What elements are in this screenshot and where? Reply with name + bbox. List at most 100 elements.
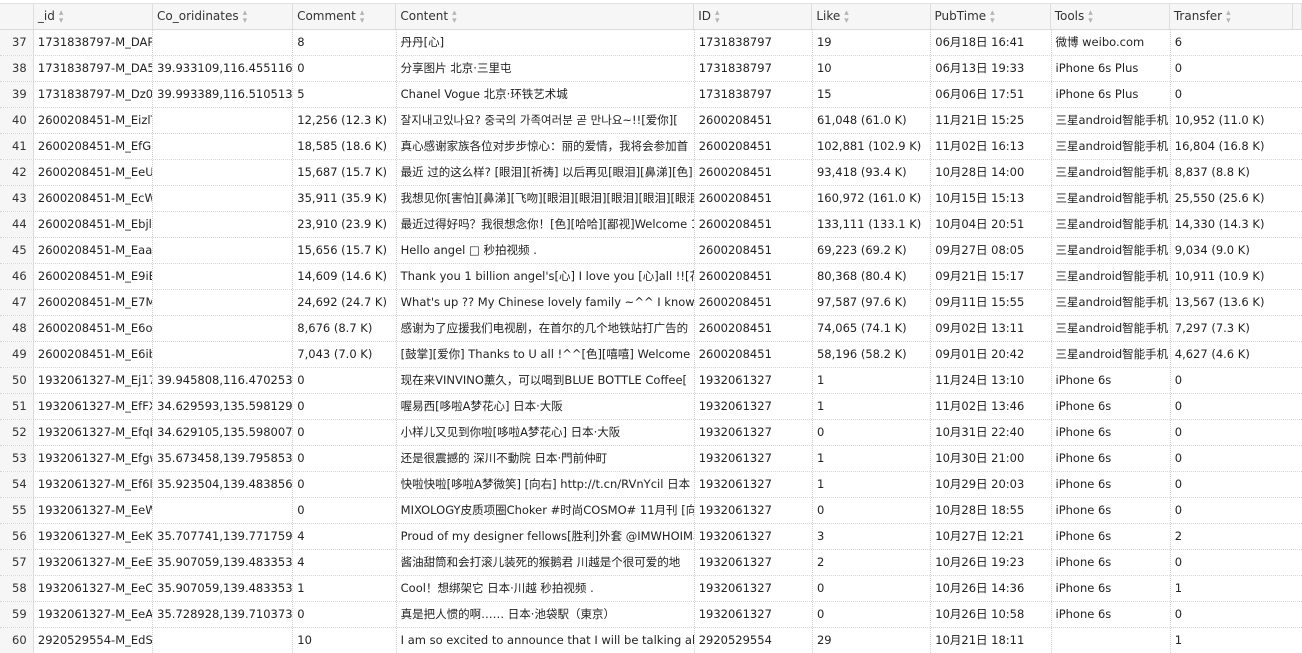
- cell-transfer[interactable]: 0: [1171, 394, 1294, 419]
- cell-content[interactable]: 小样儿又见到你啦[哆啦A梦花心] 日本·大阪: [397, 420, 695, 445]
- cell-id[interactable]: 1932061327: [695, 368, 813, 393]
- cell-tools[interactable]: [1052, 628, 1171, 653]
- cell-tools[interactable]: 三星android智能手机: [1052, 134, 1171, 159]
- cell-content[interactable]: 快啦快啦[哆啦A梦微笑] [向右] http://t.cn/RVnYcil 日本: [397, 472, 695, 497]
- cell-tools[interactable]: iPhone 6s: [1052, 368, 1171, 393]
- cell-tools[interactable]: 微博 weibo.com: [1052, 30, 1171, 55]
- cell-transfer[interactable]: 1: [1171, 628, 1294, 653]
- cell-coordinates[interactable]: [153, 498, 294, 523]
- table-row[interactable]: 40 2600208451-M_EizlT 12,256 (12.3 K) 잘지내고있…: [0, 108, 1302, 134]
- cell-coordinates[interactable]: 35.707741,139.771759: [153, 524, 294, 549]
- sort-icon[interactable]: ▴ ▾: [360, 8, 365, 25]
- sort-icon[interactable]: ▴ ▾: [990, 8, 995, 25]
- cell-transfer[interactable]: 9,034 (9.0 K): [1171, 238, 1294, 263]
- cell-tools[interactable]: 三星android智能手机: [1052, 264, 1171, 289]
- cell-transfer[interactable]: 0: [1171, 368, 1294, 393]
- cell-content[interactable]: 잘지내고있나요? 중국의 가족여러분 곧 만나요~!![爱你][: [397, 108, 695, 133]
- cell-pubtime[interactable]: 10月28日 14:00: [931, 160, 1052, 185]
- cell-transfer[interactable]: 0: [1171, 420, 1294, 445]
- cell-id[interactable]: 2600208451: [695, 290, 813, 315]
- table-row[interactable]: 56 1932061327-M_EeK 35.707741,139.771759 4 P…: [0, 524, 1302, 550]
- cell-transfer[interactable]: 1: [1171, 576, 1294, 601]
- cell-id[interactable]: 1932061327: [695, 394, 813, 419]
- cell-comment[interactable]: 0: [293, 472, 397, 497]
- cell-comment[interactable]: 0: [293, 602, 397, 627]
- cell-tools[interactable]: iPhone 6s: [1052, 446, 1171, 471]
- cell-comment[interactable]: 14,609 (14.6 K): [293, 264, 397, 289]
- column-header-_id[interactable]: _id ▴ ▾: [34, 4, 154, 29]
- cell-id[interactable]: 1932061327: [695, 576, 813, 601]
- cell-comment[interactable]: 0: [293, 498, 397, 523]
- cell-transfer[interactable]: 10,911 (10.9 K): [1171, 264, 1294, 289]
- cell-content[interactable]: [鼓掌][爱你] Thanks to U all !^^[色][嘻嘻] Welc…: [397, 342, 695, 367]
- sort-icon[interactable]: ▴ ▾: [59, 8, 64, 25]
- cell-pubtime[interactable]: 10月28日 18:55: [931, 498, 1052, 523]
- cell-coordinates[interactable]: 39.993389,116.510513: [153, 82, 294, 107]
- cell-like[interactable]: 3: [813, 524, 932, 549]
- cell-coordinates[interactable]: 35.907059,139.483353: [153, 576, 294, 601]
- cell-tools[interactable]: 三星android智能手机: [1052, 108, 1171, 133]
- cell-comment[interactable]: 0: [293, 446, 397, 471]
- cell-pubtime[interactable]: 10月04日 20:51: [931, 212, 1052, 237]
- cell-like[interactable]: 69,223 (69.2 K): [813, 238, 932, 263]
- cell-coordinates[interactable]: [153, 212, 294, 237]
- cell-tools[interactable]: 三星android智能手机: [1052, 316, 1171, 341]
- cell-comment[interactable]: 0: [293, 368, 397, 393]
- cell-comment[interactable]: 4: [293, 524, 397, 549]
- cell-coordinates[interactable]: [153, 342, 294, 367]
- table-row[interactable]: 38 1731838797-M_DA5 39.933109,116.455116 0 分…: [0, 56, 1302, 82]
- cell-like[interactable]: 61,048 (61.0 K): [813, 108, 932, 133]
- table-row[interactable]: 55 1932061327-M_EeW 0 MIXOLOGY皮质项圈Choker #时…: [0, 498, 1302, 524]
- cell-like[interactable]: 97,587 (97.6 K): [813, 290, 932, 315]
- cell-transfer[interactable]: 0: [1171, 498, 1294, 523]
- column-header-pubtime[interactable]: PubTime ▴ ▾: [931, 4, 1051, 29]
- cell-like[interactable]: 29: [813, 628, 932, 653]
- cell-like[interactable]: 102,881 (102.9 K): [813, 134, 932, 159]
- sort-icon[interactable]: ▴ ▾: [1088, 8, 1093, 25]
- table-row[interactable]: 54 1932061327-M_Ef6lj 35.923504,139.483856…: [0, 472, 1302, 498]
- cell-coordinates[interactable]: 35.728928,139.710373: [153, 602, 294, 627]
- cell-comment[interactable]: 0: [293, 56, 397, 81]
- cell-_id[interactable]: 2600208451-M_Eaal: [34, 238, 154, 263]
- table-row[interactable]: 49 2600208451-M_E6ib 7,043 (7.0 K) [鼓掌][爱你]…: [0, 342, 1302, 368]
- cell-transfer[interactable]: 10,952 (11.0 K): [1171, 108, 1294, 133]
- cell-tools[interactable]: iPhone 6s: [1052, 394, 1171, 419]
- cell-_id[interactable]: 1932061327-M_EeE: [34, 550, 154, 575]
- cell-comment[interactable]: 4: [293, 550, 397, 575]
- cell-pubtime[interactable]: 06月13日 19:33: [931, 56, 1052, 81]
- table-row[interactable]: 52 1932061327-M_EfqE 34.629105,135.598007 0…: [0, 420, 1302, 446]
- cell-like[interactable]: 0: [813, 498, 932, 523]
- cell-content[interactable]: 还是很震撼的 深川不動院 日本·門前仲町: [397, 446, 695, 471]
- cell-transfer[interactable]: 0: [1171, 446, 1294, 471]
- cell-like[interactable]: 0: [813, 576, 932, 601]
- cell-_id[interactable]: 1932061327-M_EfqE: [34, 420, 154, 445]
- cell-like[interactable]: 19: [813, 30, 932, 55]
- cell-coordinates[interactable]: [153, 186, 294, 211]
- cell-tools[interactable]: 三星android智能手机: [1052, 186, 1171, 211]
- cell-coordinates[interactable]: [153, 628, 294, 653]
- cell-_id[interactable]: 2600208451-M_E6ol: [34, 316, 154, 341]
- cell-pubtime[interactable]: 09月21日 15:17: [931, 264, 1052, 289]
- cell-transfer[interactable]: 6: [1171, 30, 1294, 55]
- cell-id[interactable]: 1731838797: [695, 30, 813, 55]
- cell-tools[interactable]: 三星android智能手机: [1052, 290, 1171, 315]
- cell-comment[interactable]: 23,910 (23.9 K): [293, 212, 397, 237]
- column-header-content[interactable]: Content ▴ ▾: [396, 4, 695, 29]
- cell-id[interactable]: 2600208451: [695, 212, 813, 237]
- cell-tools[interactable]: 三星android智能手机: [1052, 238, 1171, 263]
- sort-icon[interactable]: ▴ ▾: [243, 8, 248, 25]
- cell-tools[interactable]: 三星android智能手机: [1052, 212, 1171, 237]
- cell-coordinates[interactable]: 34.629593,135.598129: [153, 394, 294, 419]
- table-row[interactable]: 51 1932061327-M_EfFX 34.629593,135.598129 0…: [0, 394, 1302, 420]
- cell-tools[interactable]: iPhone 6s: [1052, 602, 1171, 627]
- sort-icon[interactable]: ▴ ▾: [844, 8, 849, 25]
- column-header-id[interactable]: ID ▴ ▾: [694, 4, 813, 29]
- cell-content[interactable]: 酱油甜筒和会打滚儿装死的猴鹅君 川越是个很可爱的地: [397, 550, 695, 575]
- cell-content[interactable]: 真是把人惯的啊…… 日本·池袋駅（東京）: [397, 602, 695, 627]
- cell-like[interactable]: 133,111 (133.1 K): [813, 212, 932, 237]
- cell-pubtime[interactable]: 10月26日 19:23: [931, 550, 1052, 575]
- cell-like[interactable]: 1: [813, 394, 932, 419]
- cell-id[interactable]: 2600208451: [695, 238, 813, 263]
- cell-_id[interactable]: 1932061327-M_EeW: [34, 498, 154, 523]
- cell-_id[interactable]: 1932061327-M_Efgw: [34, 446, 154, 471]
